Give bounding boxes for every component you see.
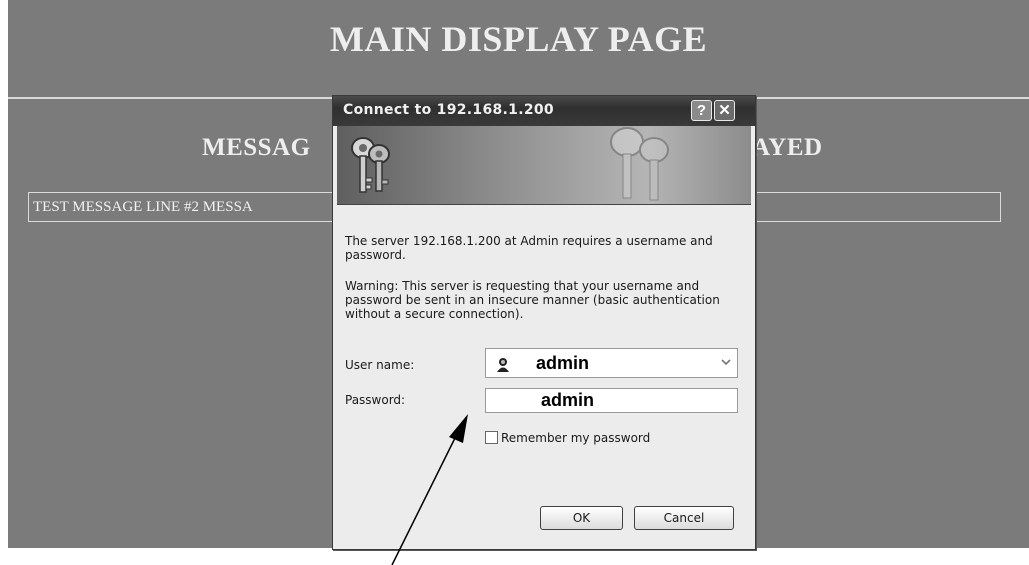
annotation-arrow: [391, 414, 468, 565]
